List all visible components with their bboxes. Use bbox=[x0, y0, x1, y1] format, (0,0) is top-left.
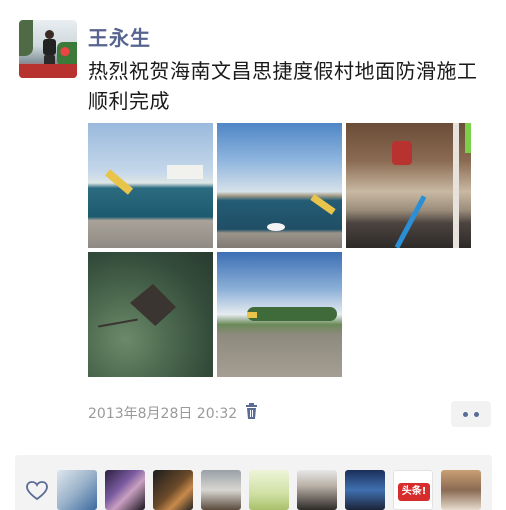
liker-avatar[interactable] bbox=[345, 470, 385, 510]
post-text: 热烈祝贺海南文昌思捷度假村地面防滑施工顺利完成 bbox=[88, 59, 478, 113]
avatar-runner-head bbox=[45, 30, 54, 39]
post-photo-2[interactable] bbox=[217, 123, 342, 248]
avatar-track bbox=[19, 64, 77, 78]
liker-avatar[interactable] bbox=[57, 470, 97, 510]
liker-avatar[interactable]: 头条! bbox=[393, 470, 433, 510]
liker-avatar[interactable] bbox=[297, 470, 337, 510]
heart-icon bbox=[26, 481, 48, 501]
avatar-runner-body bbox=[43, 39, 56, 55]
photo-building bbox=[167, 165, 203, 179]
liker-avatar[interactable] bbox=[105, 470, 145, 510]
username[interactable]: 王永生 bbox=[88, 22, 151, 51]
liker-avatar[interactable] bbox=[249, 470, 289, 510]
liker-avatar[interactable] bbox=[441, 470, 481, 510]
avatar-tree bbox=[19, 20, 33, 56]
avatar[interactable] bbox=[19, 20, 77, 78]
more-dots-icon bbox=[474, 412, 479, 417]
photo-flag bbox=[247, 312, 257, 318]
liker-avatar[interactable] bbox=[201, 470, 241, 510]
trash-icon[interactable] bbox=[245, 403, 258, 419]
post-photo-1[interactable] bbox=[88, 123, 213, 248]
photo-stingray-tail bbox=[98, 318, 138, 328]
post-photo-4[interactable] bbox=[88, 252, 213, 377]
more-dots-icon bbox=[463, 412, 468, 417]
photo-palms bbox=[247, 307, 337, 321]
avatar-flowers bbox=[57, 42, 77, 66]
post-photo-5[interactable] bbox=[217, 252, 342, 377]
post-timestamp: 2013年8月28日 20:32 bbox=[88, 406, 238, 422]
photo-boat bbox=[267, 223, 285, 231]
photo-pole bbox=[453, 123, 459, 248]
liker-avatar[interactable] bbox=[153, 470, 193, 510]
post-photo-3[interactable] bbox=[346, 123, 471, 248]
photo-dock bbox=[104, 169, 134, 195]
photo-bucket bbox=[392, 141, 412, 165]
photo-mop bbox=[394, 195, 427, 248]
more-button[interactable] bbox=[451, 401, 491, 427]
photo-green-strip bbox=[465, 123, 471, 153]
likes-bar: 头条! bbox=[15, 455, 492, 510]
news-badge: 头条! bbox=[398, 483, 430, 501]
photo-dock bbox=[310, 194, 336, 215]
